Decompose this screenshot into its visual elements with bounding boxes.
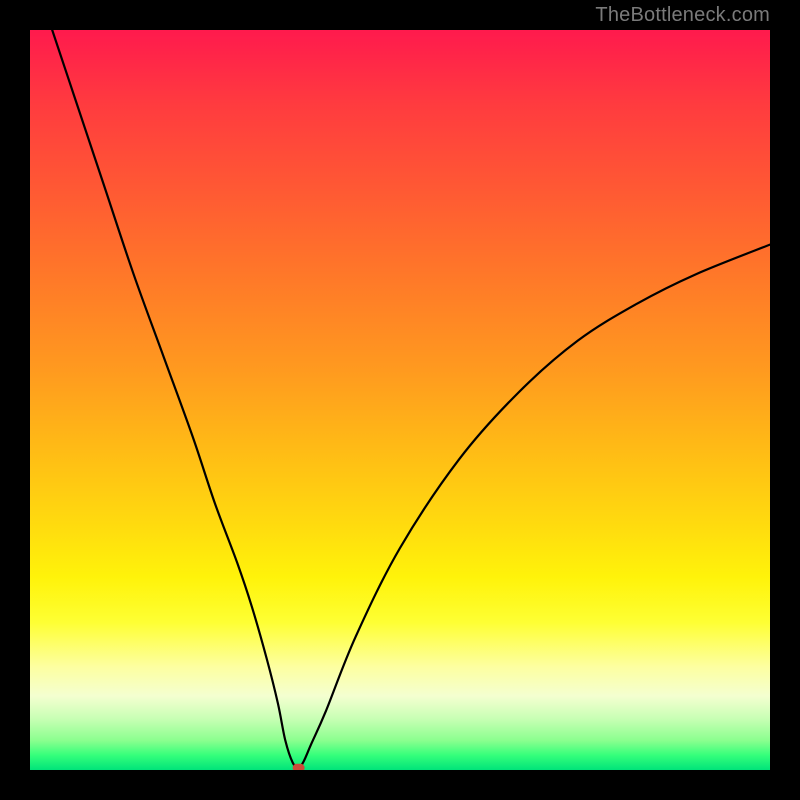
curve-layer xyxy=(30,30,770,770)
chart-frame: TheBottleneck.com xyxy=(0,0,800,800)
minimum-marker xyxy=(293,764,305,770)
watermark-text: TheBottleneck.com xyxy=(595,4,770,27)
bottleneck-curve xyxy=(52,30,770,768)
plot-area xyxy=(30,30,770,770)
